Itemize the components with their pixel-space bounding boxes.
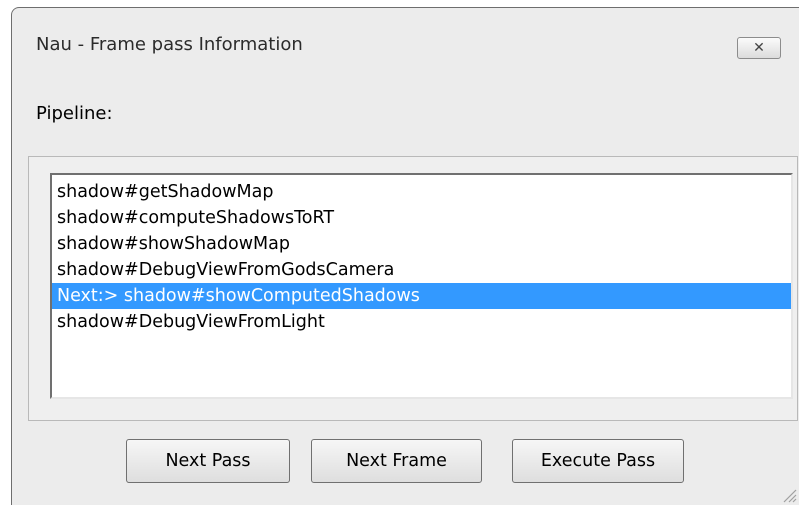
pipeline-item[interactable]: shadow#getShadowMap (52, 179, 791, 205)
pipeline-item-selected[interactable]: Next:> shadow#showComputedShadows (52, 283, 791, 309)
next-frame-button[interactable]: Next Frame (311, 439, 482, 483)
pipeline-label: Pipeline: (36, 103, 113, 124)
pipeline-group: shadow#getShadowMap shadow#computeShadow… (28, 156, 798, 421)
pipeline-item[interactable]: shadow#computeShadowsToRT (52, 205, 791, 231)
pipeline-item[interactable]: shadow#DebugViewFromGodsCamera (52, 257, 791, 283)
title-bar[interactable]: Nau - Frame pass Information ✕ (12, 8, 799, 78)
execute-pass-button[interactable]: Execute Pass (512, 439, 684, 483)
pipeline-item[interactable]: shadow#DebugViewFromLight (52, 309, 791, 335)
pipeline-listbox[interactable]: shadow#getShadowMap shadow#computeShadow… (50, 173, 793, 399)
close-button[interactable]: ✕ (737, 37, 781, 59)
frame-pass-dialog: Nau - Frame pass Information ✕ Pipeline:… (11, 7, 799, 505)
next-pass-button[interactable]: Next Pass (126, 439, 290, 483)
resize-grip-icon[interactable] (781, 487, 797, 503)
button-row: Next Pass Next Frame Execute Pass (12, 439, 799, 483)
close-icon: ✕ (753, 40, 765, 56)
window-title: Nau - Frame pass Information (36, 34, 303, 55)
pipeline-item[interactable]: shadow#showShadowMap (52, 231, 791, 257)
